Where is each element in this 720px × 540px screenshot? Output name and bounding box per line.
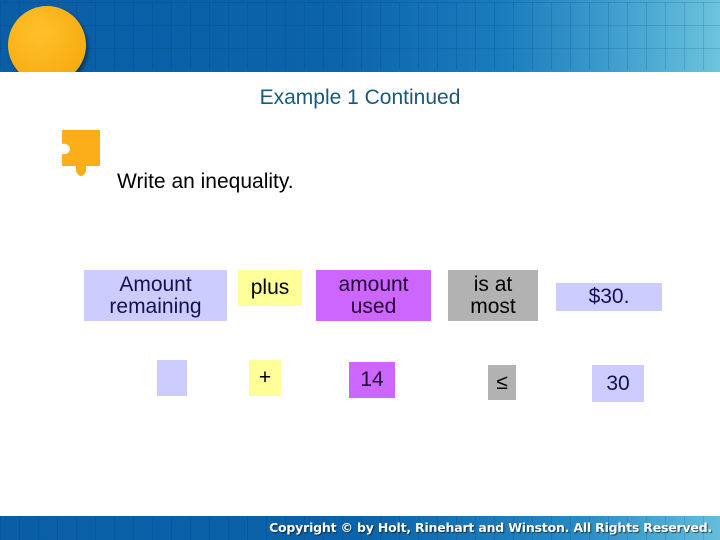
slide-title: Example 1 Continued	[259, 86, 461, 109]
puzzle-piece-icon	[62, 130, 100, 176]
phrase-is-at-most: is at most	[448, 270, 538, 321]
phrase-line: $30.	[588, 285, 630, 308]
symbol-fourteen: 14	[349, 362, 395, 398]
phrase-line: Amount	[119, 272, 192, 296]
phrase-line: is at	[473, 272, 513, 296]
symbol-thirty: 30	[592, 365, 644, 402]
phrase-thirty-dollars: $30.	[556, 283, 662, 311]
phrase-line: amount	[338, 272, 409, 296]
instruction-text: Write an inequality.	[117, 170, 294, 193]
phrase-amount-used: amount used	[316, 270, 431, 321]
symbol-plus: +	[249, 360, 281, 396]
phrase-amount-remaining: Amount remaining	[84, 270, 227, 321]
phrase-line: plus	[250, 276, 290, 299]
phrase-line: remaining	[109, 294, 202, 318]
header-grid-pattern	[0, 2, 720, 70]
symbol-less-than-or-equal: ≤	[488, 365, 516, 400]
footer-banner: Copyright © by Holt, Rinehart and Winsto…	[0, 516, 720, 540]
phrase-line: used	[350, 294, 397, 318]
symbol-blank-variable	[157, 360, 187, 396]
copyright-text: Copyright © by Holt, Rinehart and Winsto…	[269, 520, 712, 535]
phrase-line: most	[470, 294, 516, 318]
header-banner	[0, 0, 720, 72]
phrase-plus: plus	[238, 270, 302, 306]
